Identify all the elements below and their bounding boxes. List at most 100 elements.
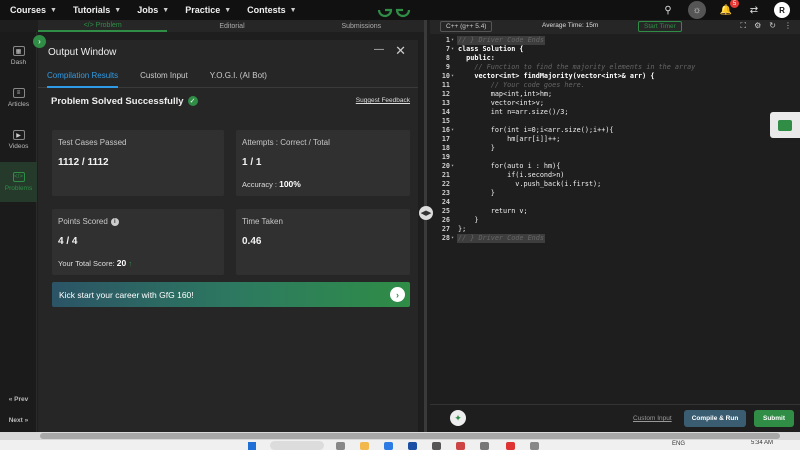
compile-run-button[interactable]: Compile & Run [684, 410, 746, 427]
start-timer-button[interactable]: Start Timer [638, 21, 682, 32]
code-line[interactable]: 1 ▾ // } Driver Code Ends [430, 36, 800, 45]
line-number: 17 [441, 135, 450, 143]
lightbulb-icon[interactable]: ✦ [450, 410, 466, 426]
fold-arrow-icon[interactable]: ▾ [451, 45, 454, 54]
language-select[interactable]: C++ (g++ 5.4) [440, 21, 493, 32]
edge-icon[interactable] [384, 442, 393, 450]
expand-sidebar-icon[interactable]: › [33, 35, 46, 48]
search-icon[interactable]: ⚲ [660, 2, 676, 18]
code-text: for(int i=0;i<arr.size();i++){ [458, 126, 614, 134]
chrome-icon[interactable] [456, 442, 465, 450]
submit-button[interactable]: Submit [754, 410, 794, 427]
panel-divider[interactable] [424, 20, 427, 432]
fullscreen-icon[interactable]: ⛶ [741, 21, 747, 31]
nav-contests[interactable]: Contests ▼ [247, 5, 296, 15]
more-icon[interactable]: ⋮ [784, 21, 792, 31]
code-line[interactable]: 22 v.push_back(i.first); [430, 180, 800, 189]
resize-handle-icon[interactable]: ◀▶ [419, 206, 433, 220]
chevron-right-icon[interactable]: › [390, 287, 405, 302]
code-line[interactable]: 15 [430, 117, 800, 126]
taskbar-app-icon[interactable] [506, 442, 515, 450]
line-number: 26 [441, 216, 450, 224]
code-line[interactable]: 14 int n=arr.size()/3; [430, 108, 800, 117]
reset-icon[interactable]: ↻ [769, 21, 776, 31]
translate-icon[interactable]: ⇄ [746, 2, 762, 18]
code-line[interactable]: 21 if(i.second>n) [430, 171, 800, 180]
sidebar-item-problems[interactable]: </> Problems [0, 162, 37, 202]
editor-footer: ✦ Custom Input Compile & Run Submit [430, 404, 800, 432]
line-number: 21 [441, 171, 450, 179]
chat-widget[interactable] [770, 112, 800, 138]
gfg-logo-icon[interactable] [377, 2, 411, 18]
line-number: 15 [441, 117, 450, 125]
taskbar-app-icon[interactable] [480, 442, 489, 450]
taskbar-app-icon[interactable] [336, 442, 345, 450]
nav-tutorials[interactable]: Tutorials ▼ [73, 5, 121, 15]
tab-compilation-results[interactable]: Compilation Results [47, 64, 119, 88]
horizontal-scrollbar[interactable] [0, 432, 800, 440]
taskbar-search[interactable] [270, 441, 324, 450]
code-line[interactable]: 11 // Your code goes here. [430, 81, 800, 90]
code-line[interactable]: 8 public: [430, 54, 800, 63]
code-line[interactable]: 25 return v; [430, 207, 800, 216]
tab-custom-input[interactable]: Custom Input [140, 64, 188, 88]
code-line[interactable]: 26 } [430, 216, 800, 225]
settings-icon[interactable]: ⚙ [754, 21, 761, 31]
next-button[interactable]: Next » [0, 413, 37, 427]
fold-arrow-icon[interactable]: ▾ [451, 36, 454, 45]
code-line[interactable]: 19 [430, 153, 800, 162]
info-icon[interactable]: i [110, 218, 119, 226]
sidebar-item-articles[interactable]: ≡ Articles [0, 78, 37, 118]
prev-button[interactable]: « Prev [0, 392, 37, 406]
nav-contests-label: Contests [247, 5, 286, 15]
fold-arrow-icon[interactable]: ▾ [451, 162, 454, 171]
sidebar-item-dash[interactable]: ▦ Dash [0, 36, 37, 76]
fold-arrow-icon[interactable]: ▾ [451, 234, 454, 243]
taskbar-clock[interactable]: 5:34 AM [751, 440, 773, 446]
taskbar-app-icon[interactable] [530, 442, 539, 450]
sidebar-item-videos[interactable]: ▶ Videos [0, 120, 37, 160]
code-line[interactable]: 12 map<int,int>hm; [430, 90, 800, 99]
code-line[interactable]: 24 [430, 198, 800, 207]
avatar[interactable]: R [774, 2, 790, 18]
output-window-title: Output Window [48, 46, 117, 58]
tab-yogi-bot[interactable]: Y.O.G.I. (AI Bot) [210, 64, 267, 88]
fold-arrow-icon[interactable]: ▾ [451, 126, 454, 135]
problem-tabs: </> Problem Editorial Submissions [38, 20, 426, 32]
code-line[interactable]: 20 ▾ for(auto i : hm){ [430, 162, 800, 171]
nav-courses[interactable]: Courses ▼ [10, 5, 57, 15]
store-icon[interactable] [408, 442, 417, 450]
nav-jobs[interactable]: Jobs ▼ [137, 5, 169, 15]
code-line[interactable]: 10 ▾ vector<int> findMajority(vector<int>… [430, 72, 800, 81]
nav-practice[interactable]: Practice ▼ [185, 5, 231, 15]
folder-icon[interactable] [360, 442, 369, 450]
taskbar-app-icon[interactable] [432, 442, 441, 450]
code-line[interactable]: 9 // Function to find the majority eleme… [430, 63, 800, 72]
fold-arrow-icon[interactable]: ▾ [451, 72, 454, 81]
suggest-feedback-link[interactable]: Suggest Feedback [356, 97, 410, 104]
editor-icons: ⛶ ⚙ ↻ ⋮ [741, 21, 792, 31]
code-line[interactable]: 23 } [430, 189, 800, 198]
chevron-down-icon: ▼ [50, 6, 57, 14]
code-line[interactable]: 7 ▾ class Solution { [430, 45, 800, 54]
main-nav: Courses ▼ Tutorials ▼ Jobs ▼ Practice ▼ Cont… [0, 0, 313, 20]
tab-submissions[interactable]: Submissions [297, 23, 426, 30]
custom-input-link[interactable]: Custom Input [633, 415, 672, 422]
tab-problem[interactable]: </> Problem [38, 20, 168, 32]
windows-start-icon[interactable] [248, 442, 256, 450]
code-line[interactable]: 28 ▾ // } Driver Code Ends [430, 234, 800, 243]
taskbar-language[interactable]: ENG [672, 441, 685, 447]
code-line[interactable]: 18 } [430, 144, 800, 153]
scrollbar-thumb[interactable] [40, 433, 780, 439]
minimize-icon[interactable]: — [374, 44, 384, 55]
close-icon[interactable]: ✕ [395, 43, 406, 59]
gfg160-banner[interactable]: Kick start your career with GfG 160! › [52, 282, 410, 307]
theme-toggle-icon[interactable]: ☼ [688, 1, 706, 19]
code-editor[interactable]: 1 ▾// } Driver Code Ends 7 ▾ class Solution … [430, 36, 800, 402]
code-line[interactable]: 13 vector<int>v; [430, 99, 800, 108]
notification-bell-icon[interactable]: 🔔 5 [718, 0, 739, 18]
code-line[interactable]: 17 hm[arr[i]]++; [430, 135, 800, 144]
code-line[interactable]: 27}; [430, 225, 800, 234]
tab-editorial[interactable]: Editorial [167, 23, 296, 30]
code-line[interactable]: 16 ▾ for(int i=0;i<arr.size();i++){ [430, 126, 800, 135]
